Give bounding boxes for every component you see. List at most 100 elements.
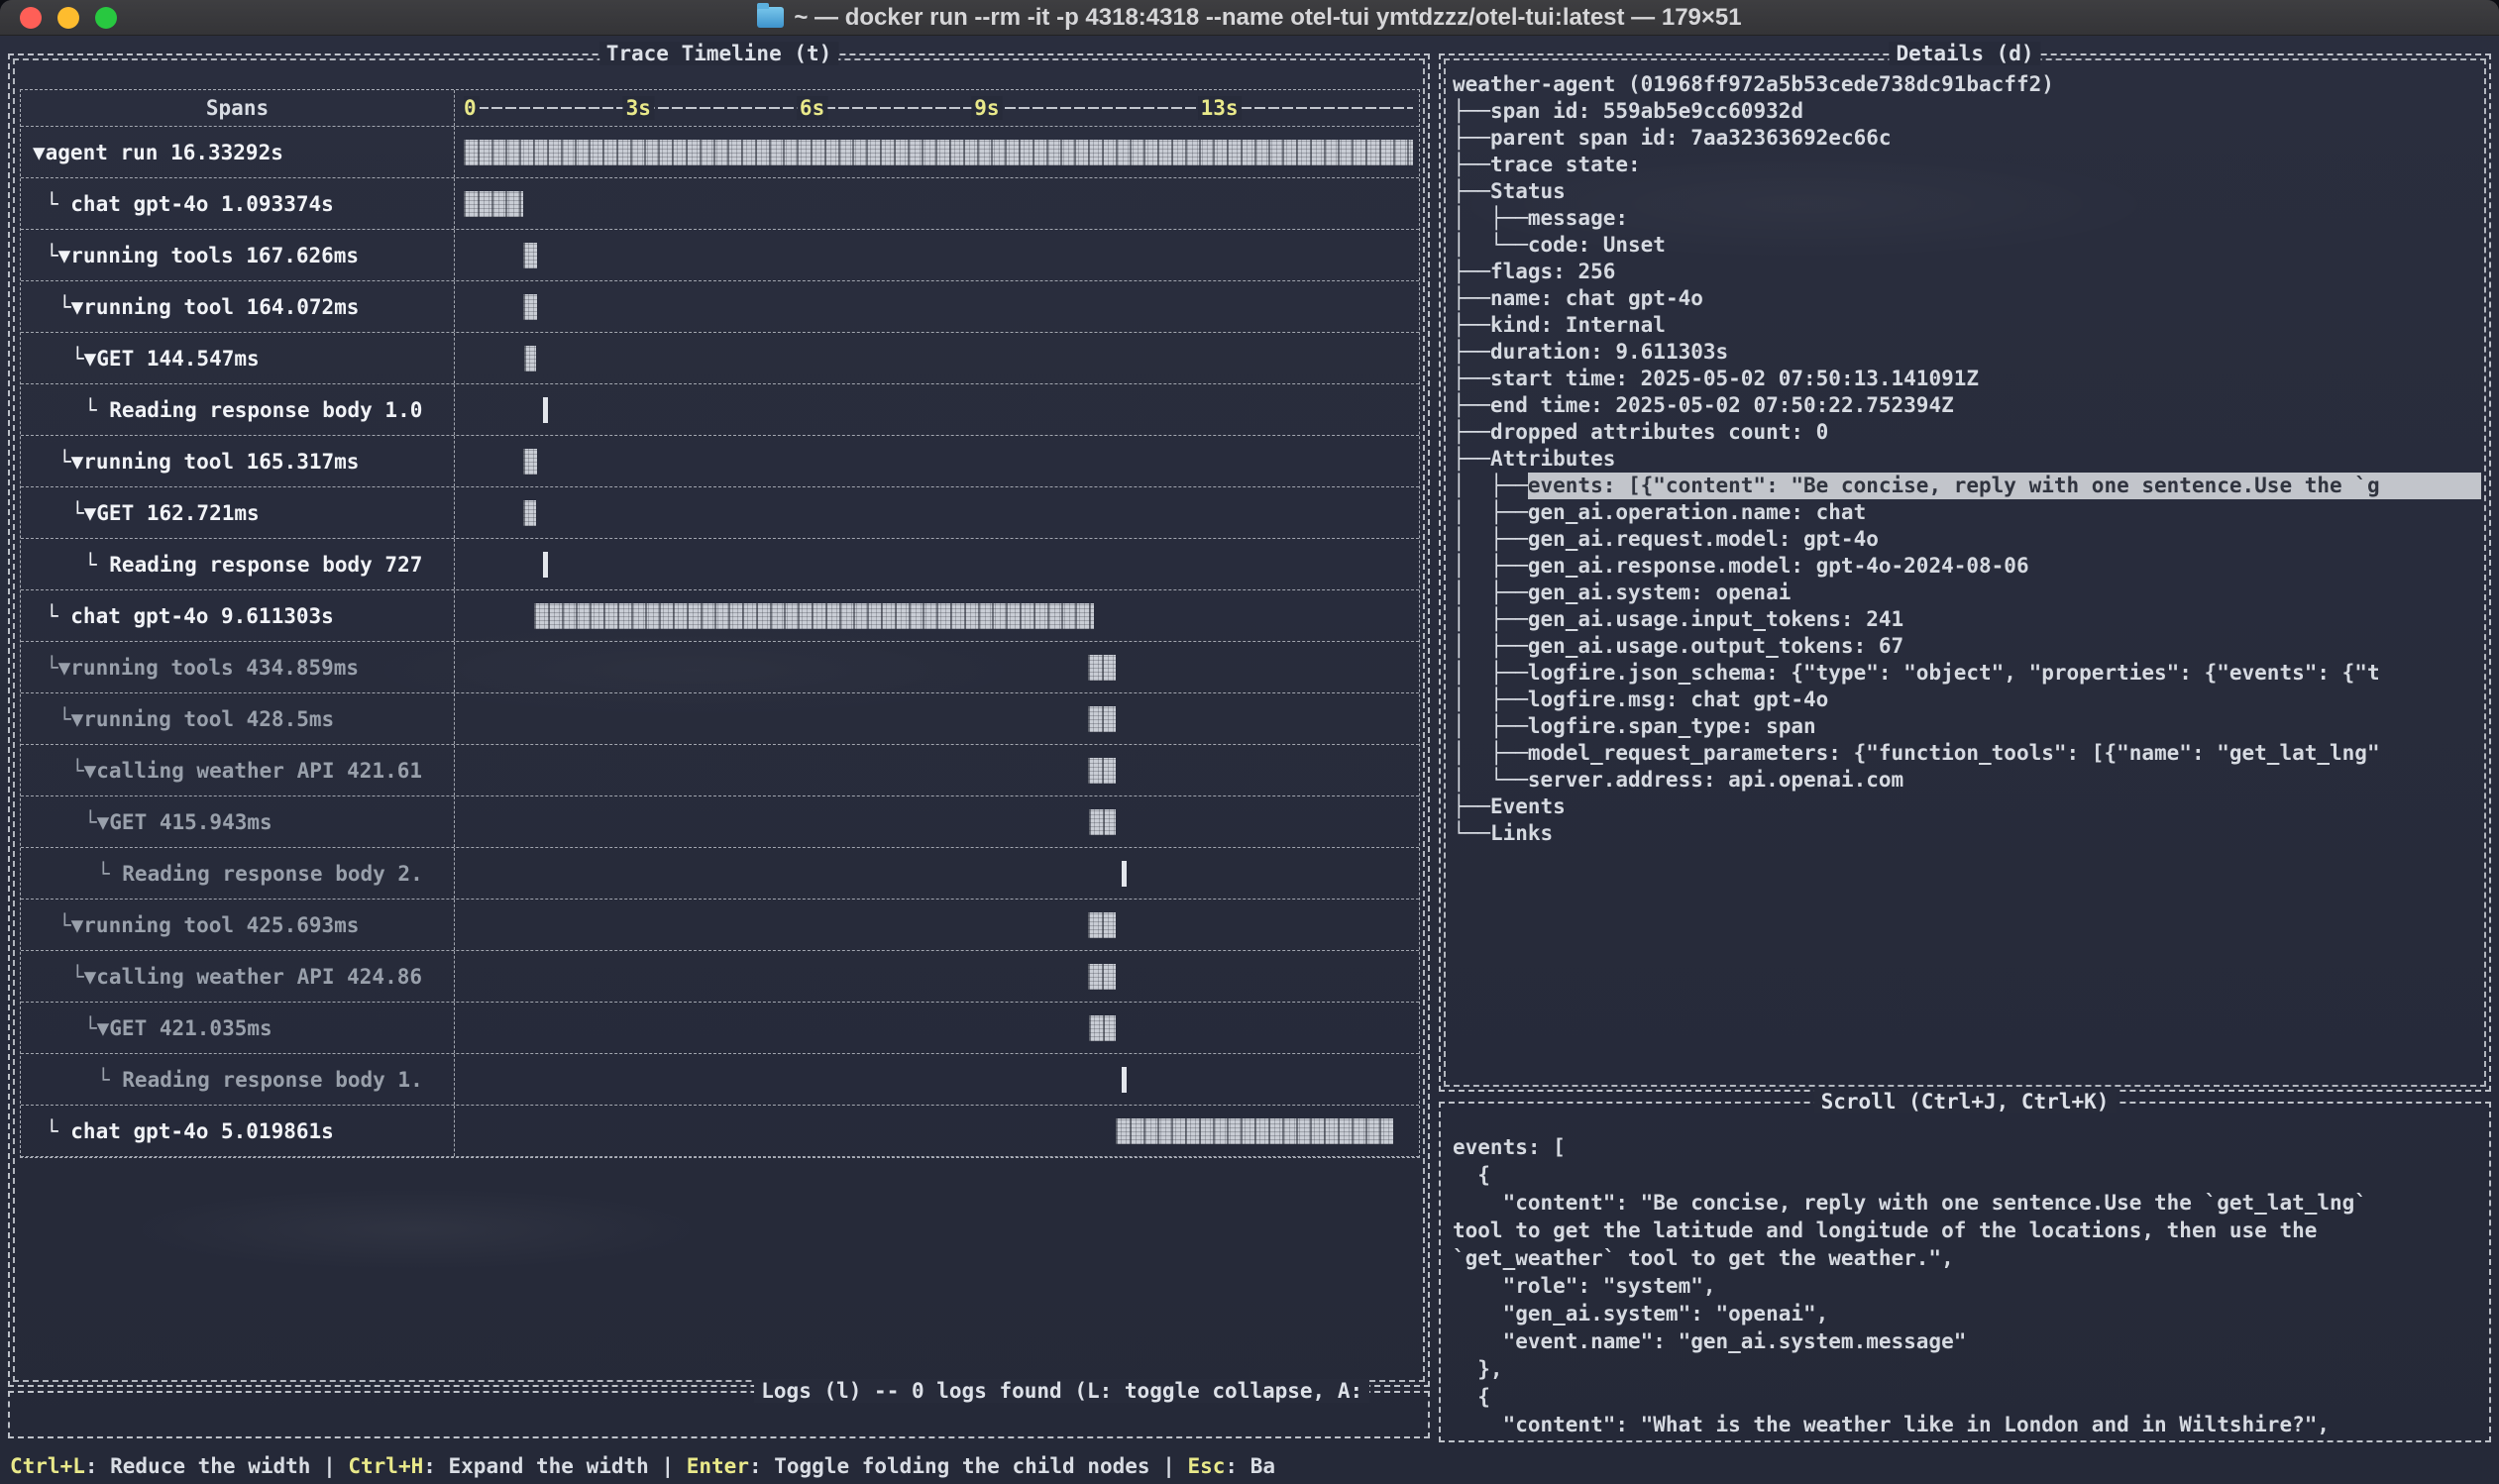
span-bar-track — [464, 281, 1413, 332]
detail-node-text: Status — [1490, 178, 1566, 205]
span-label: └ Reading response body 1.0 — [21, 398, 422, 422]
detail-node-text: Events — [1490, 794, 1566, 820]
span-bar-track — [464, 127, 1413, 177]
span-row[interactable]: └▼GET 144.547ms — [21, 333, 1419, 384]
span-label-cell: └▼GET 144.547ms — [21, 333, 454, 383]
span-bar-track — [464, 590, 1413, 641]
span-row[interactable]: ▼agent run 16.33292s — [21, 127, 1419, 178]
detail-node-text: message: — [1528, 205, 1628, 232]
span-bar-track — [464, 436, 1413, 486]
details-panel[interactable]: Details (d) weather-agent (01968ff972a5b… — [1439, 53, 2491, 1092]
span-row[interactable]: └▼running tools 434.859ms — [21, 642, 1419, 693]
detail-node[interactable]: │ ├──gen_ai.response.model: gpt-4o-2024-… — [1453, 553, 2481, 580]
span-bar-cell — [454, 693, 1419, 744]
minimize-button[interactable] — [57, 7, 79, 29]
axis-tick: 9s — [971, 96, 1002, 120]
detail-node[interactable]: ├──dropped attributes count: 0 — [1453, 419, 2481, 446]
detail-node[interactable]: │ ├──model_request_parameters: {"functio… — [1453, 740, 2481, 767]
window-title: ~ — docker run --rm -it -p 4318:4318 --n… — [757, 4, 1741, 32]
logs-panel-title: Logs (l) -- 0 logs found (L: toggle coll… — [754, 1379, 1369, 1403]
span-label-cell: └ Reading response body 1. — [21, 1054, 454, 1105]
span-row[interactable]: └▼running tool 425.693ms — [21, 900, 1419, 951]
span-duration-bar — [523, 243, 536, 268]
span-row[interactable]: └▼calling weather API 421.61 — [21, 745, 1419, 796]
detail-node[interactable]: ├──Events — [1453, 794, 2481, 820]
detail-node[interactable]: │ ├──gen_ai.system: openai — [1453, 580, 2481, 606]
zoom-button[interactable] — [95, 7, 117, 29]
span-label: └▼GET 415.943ms — [21, 810, 272, 834]
detail-node[interactable]: │ ├──gen_ai.usage.output_tokens: 67 — [1453, 633, 2481, 660]
span-row[interactable]: └ chat gpt-4o 5.019861s — [21, 1106, 1419, 1157]
detail-node[interactable]: ├──name: chat gpt-4o — [1453, 285, 2481, 312]
detail-node[interactable]: ├──parent span id: 7aa32363692ec66c — [1453, 125, 2481, 152]
detail-node[interactable]: ├──kind: Internal — [1453, 312, 2481, 339]
detail-node[interactable]: │ └──server.address: api.openai.com — [1453, 767, 2481, 794]
detail-node[interactable]: ├──Status — [1453, 178, 2481, 205]
axis-tick: 13s — [1198, 96, 1242, 120]
detail-node[interactable]: ├──duration: 9.611303s — [1453, 339, 2481, 366]
detail-node[interactable]: ├──start time: 2025-05-02 07:50:13.14109… — [1453, 366, 2481, 392]
detail-node[interactable]: │ ├──gen_ai.operation.name: chat — [1453, 499, 2481, 526]
span-row[interactable]: └ Reading response body 727 — [21, 539, 1419, 590]
span-row[interactable]: └▼running tool 428.5ms — [21, 693, 1419, 745]
tree-branch-glyph: ├── — [1453, 285, 1490, 312]
detail-node[interactable]: │ ├──gen_ai.usage.input_tokens: 241 — [1453, 606, 2481, 633]
detail-node[interactable]: ├──Attributes — [1453, 446, 2481, 473]
detail-node[interactable]: │ ├──logfire.json_schema: {"type": "obje… — [1453, 660, 2481, 687]
trace-timeline-panel[interactable]: Trace Timeline (t) Spans 03s6s9s13s ▼age… — [8, 53, 1430, 1387]
shortcut-key: Enter — [687, 1454, 749, 1478]
detail-node[interactable]: ├──flags: 256 — [1453, 259, 2481, 285]
shortcut-action: : Reduce the width | — [85, 1454, 349, 1478]
span-row[interactable]: └▼running tool 165.317ms — [21, 436, 1419, 487]
detail-node[interactable]: │ ├──logfire.msg: chat gpt-4o — [1453, 687, 2481, 713]
logs-panel[interactable]: Logs (l) -- 0 logs found (L: toggle coll… — [8, 1391, 1430, 1438]
span-row[interactable]: └ chat gpt-4o 9.611303s — [21, 590, 1419, 642]
span-row[interactable]: └▼running tools 167.626ms — [21, 230, 1419, 281]
span-row[interactable]: └▼GET 162.721ms — [21, 487, 1419, 539]
scroll-line: tool to get the latitude and longitude o… — [1453, 1217, 2481, 1244]
span-row[interactable]: └▼running tool 164.072ms — [21, 281, 1419, 333]
detail-node-text: gen_ai.usage.output_tokens: 67 — [1528, 633, 1903, 660]
span-bar-track — [464, 1054, 1413, 1105]
span-label: └▼running tool 428.5ms — [21, 707, 334, 731]
span-row[interactable]: └▼calling weather API 424.86 — [21, 951, 1419, 1003]
detail-node[interactable]: │ └──code: Unset — [1453, 232, 2481, 259]
scroll-panel[interactable]: Scroll (Ctrl+J, Ctrl+K) events: [ { "con… — [1439, 1102, 2491, 1442]
span-duration-bar — [1122, 861, 1127, 887]
detail-node[interactable]: │ ├──events: [{"content": "Be concise, r… — [1453, 473, 2481, 499]
close-button[interactable] — [20, 7, 42, 29]
detail-node[interactable]: ├──trace state: — [1453, 152, 2481, 178]
detail-node[interactable]: ├──end time: 2025-05-02 07:50:22.752394Z — [1453, 392, 2481, 419]
scroll-body[interactable]: events: [ { "content": "Be concise, repl… — [1453, 1133, 2481, 1438]
span-duration-bar — [1088, 912, 1116, 938]
tree-branch-glyph: ├── — [1453, 446, 1490, 473]
timeline-axis: 03s6s9s13s — [464, 90, 1413, 126]
detail-node-text: logfire.msg: chat gpt-4o — [1528, 687, 1828, 713]
span-label: └▼GET 162.721ms — [21, 501, 260, 525]
details-tree[interactable]: weather-agent (01968ff972a5b53cede738dc9… — [1453, 71, 2481, 847]
span-row[interactable]: └ Reading response body 1. — [21, 1054, 1419, 1106]
detail-node-text: span id: 559ab5e9cc60932d — [1490, 98, 1803, 125]
tree-branch-glyph: │ └── — [1453, 767, 1528, 794]
span-label-cell: └▼GET 421.035ms — [21, 1003, 454, 1053]
detail-node[interactable]: weather-agent (01968ff972a5b53cede738dc9… — [1453, 71, 2481, 98]
tree-branch-glyph: ├── — [1453, 98, 1490, 125]
tree-branch-glyph: │ ├── — [1453, 499, 1528, 526]
span-row[interactable]: └ Reading response body 2. — [21, 848, 1419, 900]
span-label: └▼GET 421.035ms — [21, 1016, 272, 1040]
detail-node[interactable]: └──Links — [1453, 820, 2481, 847]
span-row[interactable]: └▼GET 415.943ms — [21, 796, 1419, 848]
detail-node[interactable]: │ ├──gen_ai.request.model: gpt-4o — [1453, 526, 2481, 553]
detail-node[interactable]: ├──span id: 559ab5e9cc60932d — [1453, 98, 2481, 125]
trace-timeline-title: Trace Timeline (t) — [599, 42, 839, 65]
window-title-text: ~ — docker run --rm -it -p 4318:4318 --n… — [794, 4, 1741, 32]
span-duration-bar — [1088, 964, 1116, 990]
titlebar[interactable]: ~ — docker run --rm -it -p 4318:4318 --n… — [0, 0, 2499, 36]
span-row[interactable]: └ Reading response body 1.0 — [21, 384, 1419, 436]
span-row[interactable]: └ chat gpt-4o 1.093374s — [21, 178, 1419, 230]
detail-node[interactable]: │ ├──logfire.span_type: span — [1453, 713, 2481, 740]
scroll-line: `get_weather` tool to get the weather.", — [1453, 1244, 2481, 1272]
detail-node[interactable]: │ ├──message: — [1453, 205, 2481, 232]
span-row[interactable]: └▼GET 421.035ms — [21, 1003, 1419, 1054]
span-label-cell: └▼running tool 428.5ms — [21, 693, 454, 744]
